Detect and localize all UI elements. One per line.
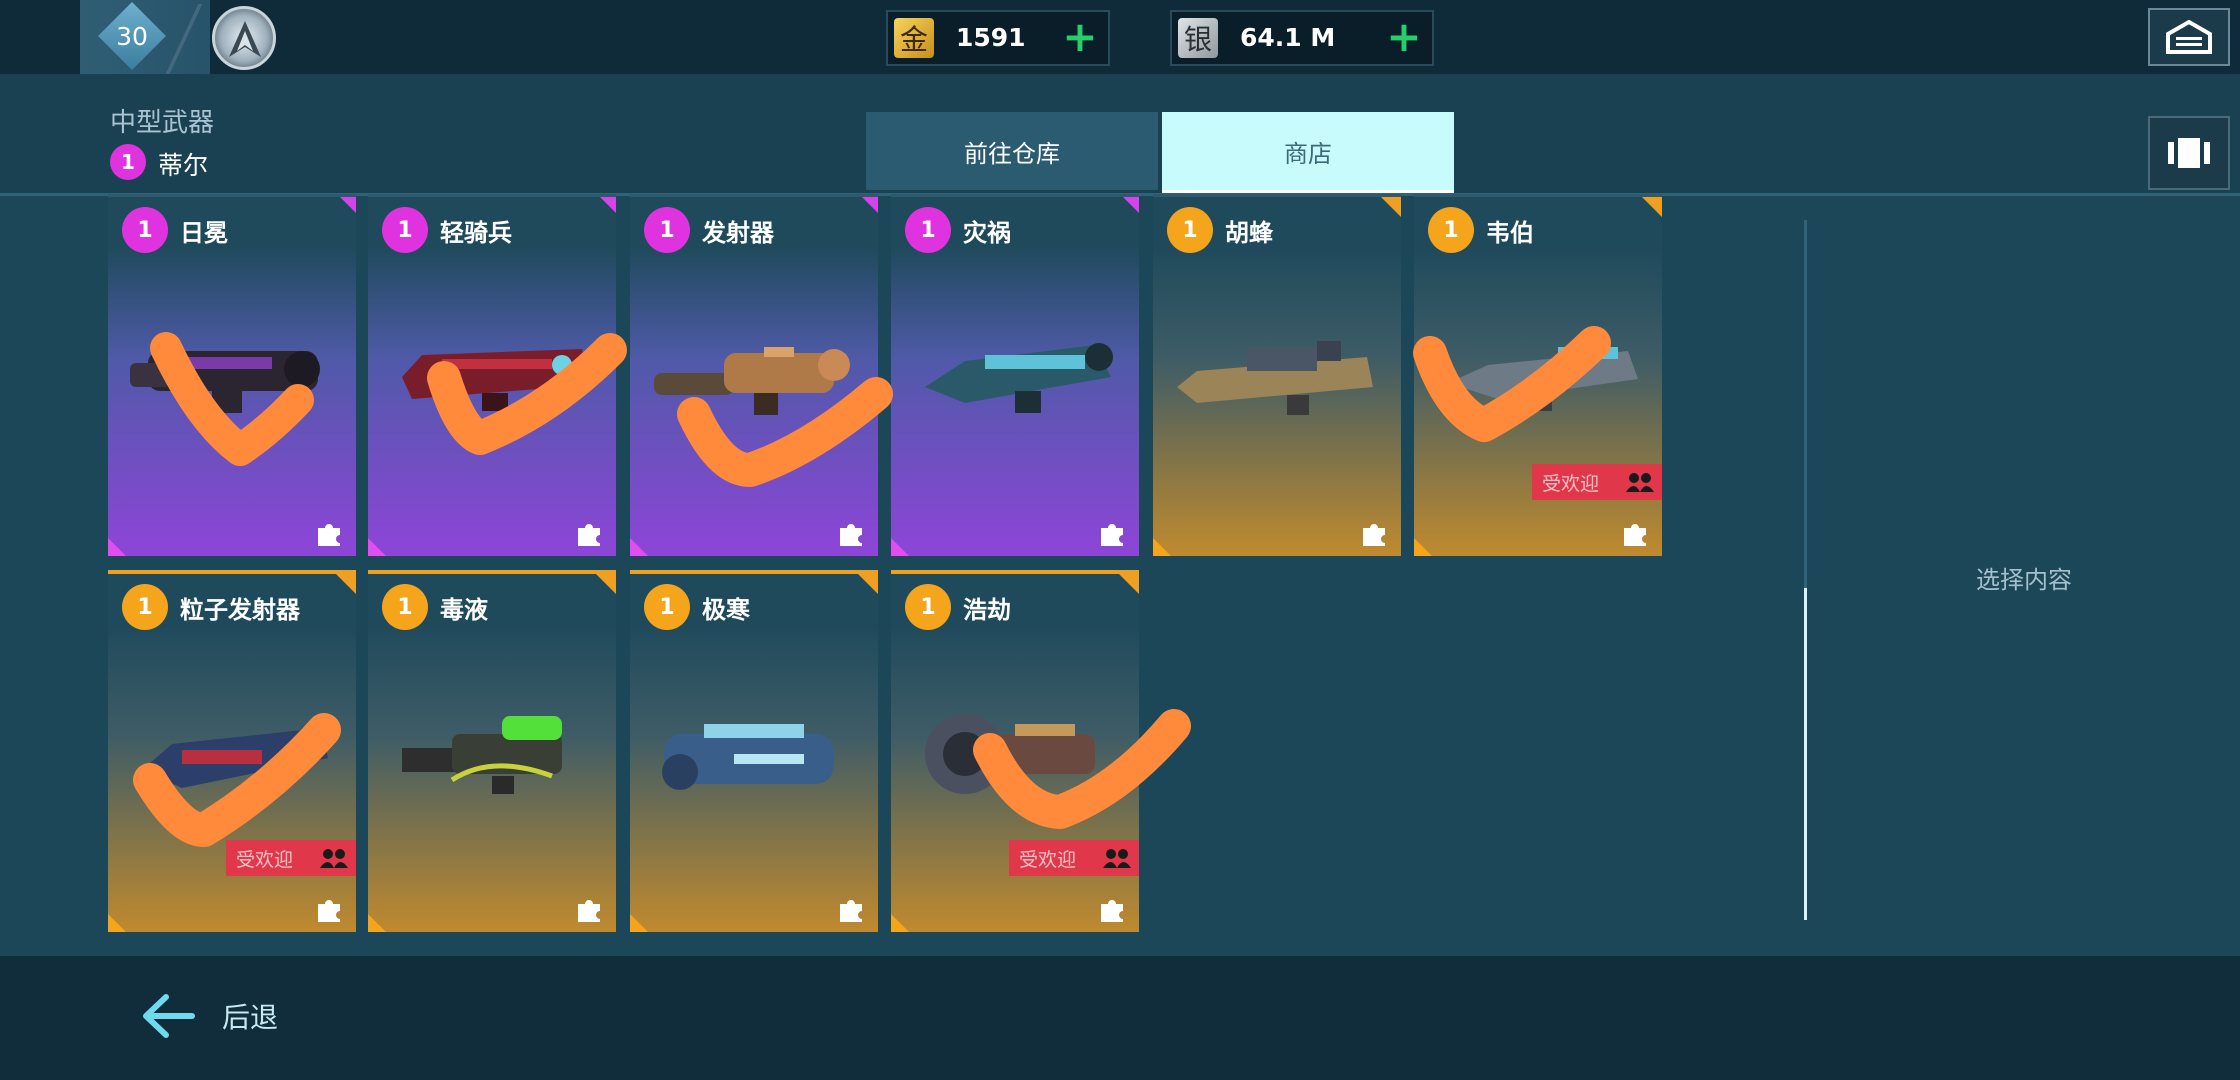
weapon-image bbox=[925, 343, 1113, 413]
collapse-panel-icon bbox=[2168, 138, 2210, 168]
weapon-level-badge: 1 bbox=[644, 584, 690, 630]
weapon-name: 日冕 bbox=[180, 219, 228, 247]
silver-amount: 64.1 M bbox=[1240, 23, 1336, 52]
weapon-card[interactable]: 1 浩劫 受欢迎 bbox=[891, 570, 1139, 932]
pilot-name: 蒂尔 bbox=[158, 151, 209, 180]
weapon-card[interactable]: 1 胡蜂 bbox=[1153, 194, 1401, 556]
gold-currency: 金 1591 + bbox=[886, 10, 1110, 66]
weapon-name: 极寒 bbox=[702, 596, 750, 624]
puzzle-piece-icon bbox=[578, 900, 600, 922]
puzzle-piece-icon bbox=[1101, 524, 1123, 546]
weapon-name: 浩劫 bbox=[963, 596, 1011, 624]
popular-people-icon bbox=[1103, 849, 1131, 868]
collapse-panel-button[interactable] bbox=[2148, 116, 2230, 190]
weapon-image bbox=[925, 714, 1095, 794]
weapon-card[interactable]: 1 毒液 bbox=[368, 570, 616, 932]
silver-coin-icon: 银 bbox=[1178, 18, 1218, 58]
weapon-name: 粒子发射器 bbox=[180, 596, 300, 624]
weapon-image bbox=[662, 724, 834, 790]
weapon-card[interactable]: 1 灾祸 bbox=[891, 194, 1139, 556]
weapon-name: 发射器 bbox=[702, 219, 774, 247]
weapon-image bbox=[654, 347, 850, 415]
silver-currency: 银 64.1 M + bbox=[1170, 10, 1434, 66]
puzzle-piece-icon bbox=[1101, 900, 1123, 922]
weapon-image bbox=[142, 724, 328, 788]
select-content-hint: 选择内容 bbox=[1976, 566, 2072, 594]
weapon-card[interactable]: 1 韦伯 受欢迎 bbox=[1414, 194, 1662, 556]
weapon-level-badge: 1 bbox=[905, 584, 951, 630]
weapon-name: 胡蜂 bbox=[1225, 219, 1273, 247]
weapon-card[interactable]: 1 极寒 bbox=[630, 570, 878, 932]
tab-storage[interactable]: 前往仓库 bbox=[866, 112, 1158, 190]
category-title: 中型武器 bbox=[110, 108, 215, 138]
weapon-level-badge: 1 bbox=[1167, 207, 1213, 253]
weapon-image bbox=[402, 716, 562, 794]
weapon-card[interactable]: 1 发射器 bbox=[630, 194, 878, 556]
player-level[interactable]: 30 bbox=[80, 0, 210, 74]
popular-people-icon bbox=[1626, 473, 1654, 492]
top-bar: 30 金 1591 + 银 64.1 M + bbox=[0, 0, 2240, 74]
weapon-name: 毒液 bbox=[440, 596, 488, 624]
popular-tag: 受欢迎 bbox=[1532, 464, 1662, 500]
puzzle-piece-icon bbox=[1624, 524, 1646, 546]
weapon-level-badge: 1 bbox=[122, 584, 168, 630]
garage-icon bbox=[2166, 20, 2212, 54]
pilot-level-badge: 1 bbox=[110, 144, 146, 180]
weapon-level-badge: 1 bbox=[382, 207, 428, 253]
weapon-card[interactable]: 1 轻骑兵 bbox=[368, 194, 616, 556]
weapon-image bbox=[402, 349, 588, 411]
gold-coin-icon: 金 bbox=[894, 18, 934, 58]
popular-tag: 受欢迎 bbox=[1009, 840, 1139, 876]
weapon-level-badge: 1 bbox=[382, 584, 428, 630]
weapon-image bbox=[1177, 341, 1373, 415]
puzzle-piece-icon bbox=[318, 900, 340, 922]
weapon-level-badge: 1 bbox=[1428, 207, 1474, 253]
puzzle-piece-icon bbox=[318, 524, 340, 546]
weapon-name: 韦伯 bbox=[1486, 219, 1534, 247]
weapon-card[interactable]: 1 日冕 bbox=[108, 194, 356, 556]
weapon-level-badge: 1 bbox=[905, 207, 951, 253]
weapon-level-badge: 1 bbox=[644, 207, 690, 253]
popular-tag: 受欢迎 bbox=[226, 840, 356, 876]
scrollbar-thumb[interactable] bbox=[1804, 588, 1807, 920]
back-label: 后退 bbox=[222, 1001, 279, 1034]
gold-amount: 1591 bbox=[956, 23, 1026, 52]
garage-button[interactable] bbox=[2148, 8, 2230, 66]
tab-shop[interactable]: 商店 bbox=[1162, 112, 1454, 196]
rank-emblem-icon[interactable] bbox=[212, 6, 276, 70]
level-number: 30 bbox=[116, 21, 148, 51]
weapon-name: 轻骑兵 bbox=[440, 219, 512, 247]
back-arrow-icon bbox=[143, 994, 195, 1038]
weapon-image bbox=[1448, 347, 1638, 411]
weapon-name: 灾祸 bbox=[963, 219, 1011, 247]
weapon-card[interactable]: 1 粒子发射器 受欢迎 bbox=[108, 570, 356, 932]
puzzle-piece-icon bbox=[840, 900, 862, 922]
back-button[interactable]: 后退 bbox=[140, 986, 360, 1046]
weapon-level-badge: 1 bbox=[122, 207, 168, 253]
puzzle-piece-icon bbox=[1363, 524, 1385, 546]
add-gold-button[interactable]: + bbox=[1062, 16, 1098, 58]
puzzle-piece-icon bbox=[578, 524, 600, 546]
add-silver-button[interactable]: + bbox=[1386, 16, 1422, 58]
popular-people-icon bbox=[320, 849, 348, 868]
puzzle-piece-icon bbox=[840, 524, 862, 546]
weapon-image bbox=[130, 351, 320, 413]
